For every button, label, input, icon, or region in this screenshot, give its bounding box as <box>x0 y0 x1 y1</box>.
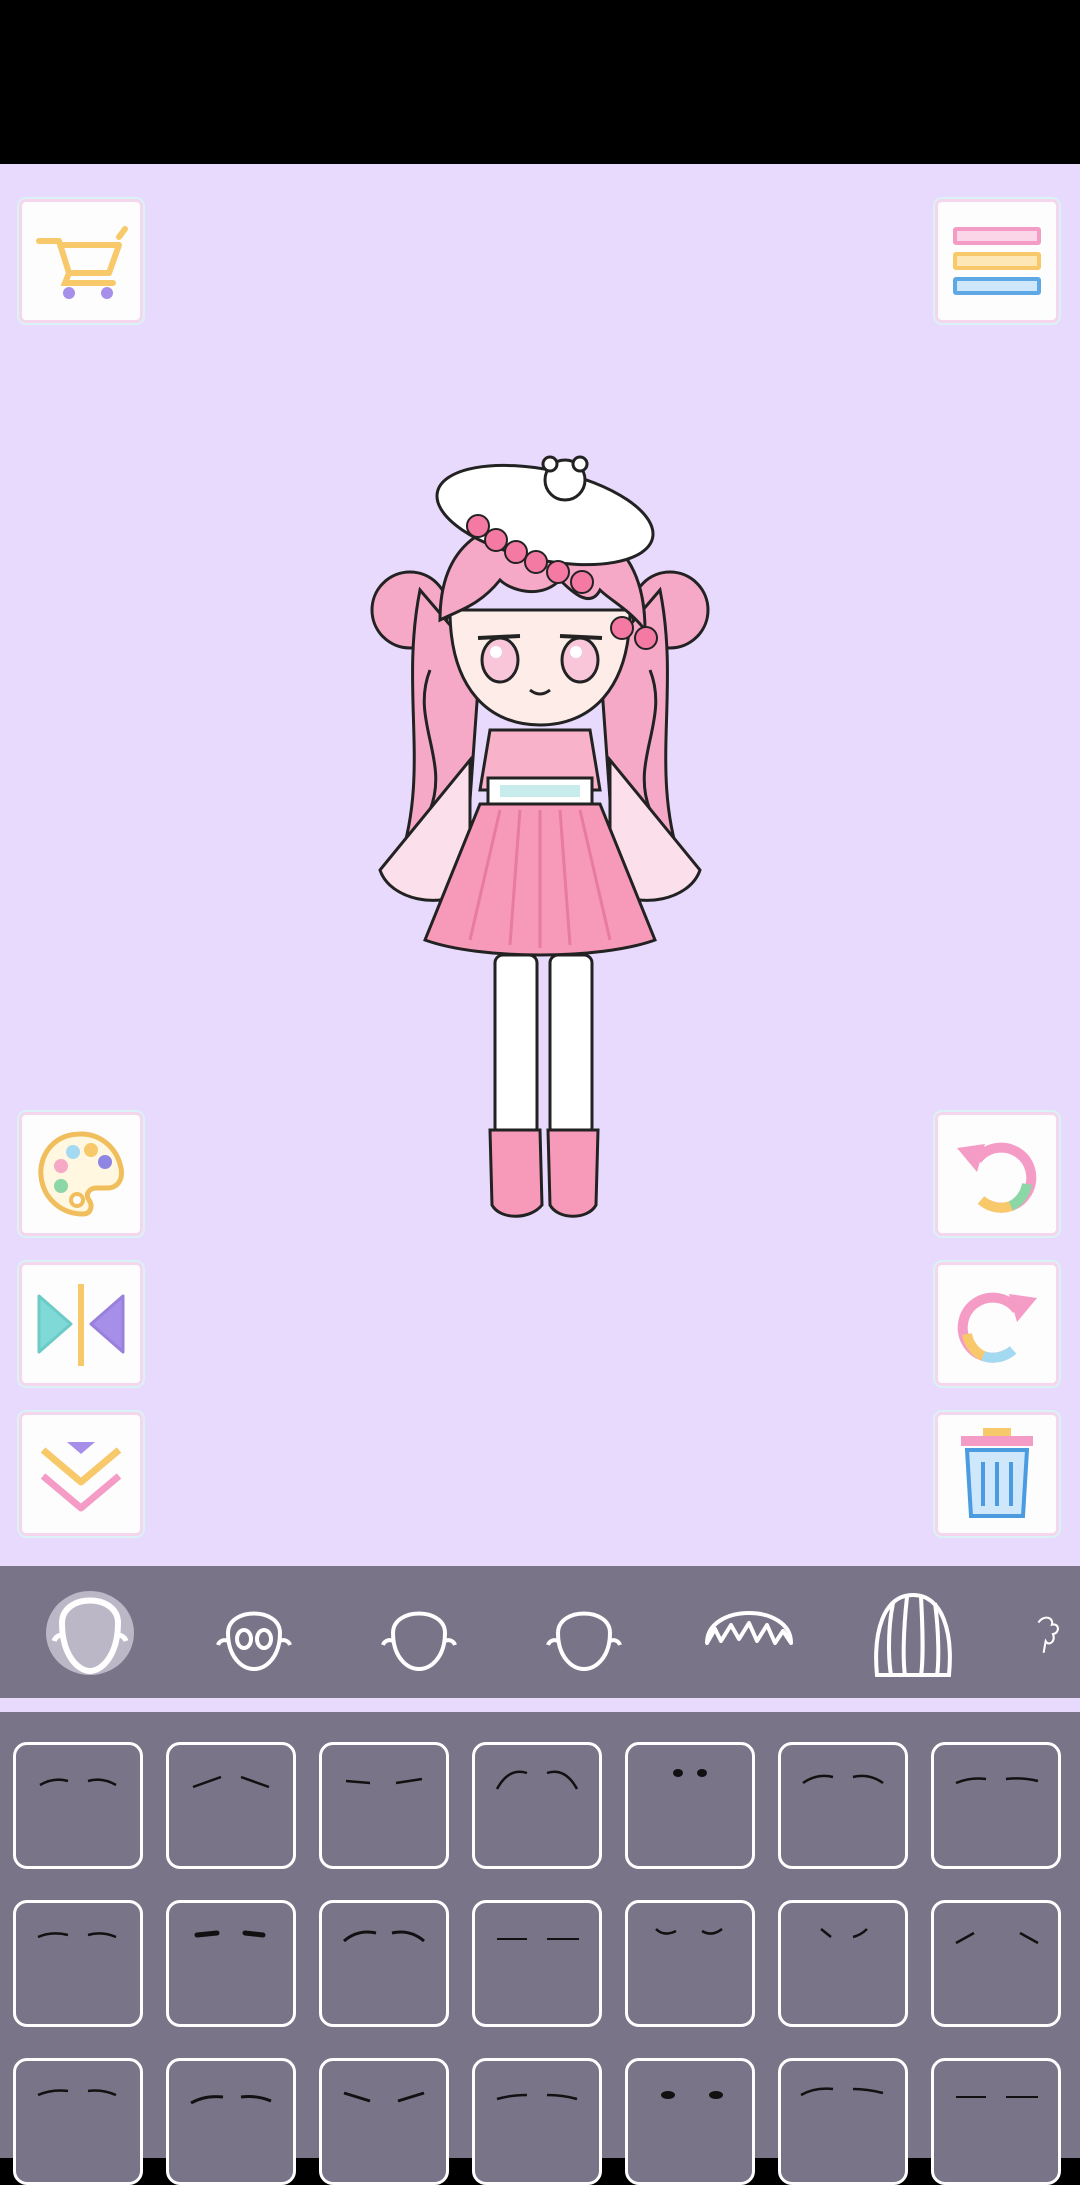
face-outline-icon <box>546 1611 622 1672</box>
eyebrow-option[interactable] <box>778 1742 908 1869</box>
eyebrow-option[interactable] <box>472 1900 602 2027</box>
category-bangs[interactable] <box>699 1583 799 1683</box>
color-palette-button[interactable] <box>22 1115 140 1233</box>
eyebrow-option[interactable] <box>472 1742 602 1869</box>
eyebrow-option[interactable] <box>319 1900 449 2027</box>
character-avatar[interactable] <box>360 440 720 1240</box>
eyebrow-option[interactable] <box>625 2058 755 2185</box>
eyebrow-option[interactable] <box>319 1742 449 1869</box>
panel-divider <box>0 1698 1080 1712</box>
eyebrow-option[interactable] <box>13 1900 143 2027</box>
redo-button[interactable] <box>938 1265 1056 1383</box>
redo-icon <box>957 1292 1037 1363</box>
eyebrow-option[interactable] <box>472 2058 602 2185</box>
eyes-face-icon <box>216 1611 292 1672</box>
menu-button[interactable] <box>938 202 1056 320</box>
menu-icon <box>953 227 1041 295</box>
eyebrow-option[interactable] <box>166 2058 296 2185</box>
category-eyes[interactable] <box>204 1583 304 1683</box>
palette-icon <box>38 1131 124 1217</box>
category-mouth[interactable] <box>369 1583 469 1683</box>
eyebrow-option[interactable] <box>931 1742 1061 1869</box>
eyebrow-option[interactable] <box>778 2058 908 2185</box>
body-selected-icon <box>46 1591 134 1675</box>
bangs-hair-icon <box>705 1611 793 1645</box>
collapse-icon <box>40 1442 122 1512</box>
eyebrow-option[interactable] <box>13 2058 143 2185</box>
eyebrow-option[interactable] <box>625 1900 755 2027</box>
long-hair-icon <box>874 1592 952 1677</box>
undo-icon <box>957 1142 1037 1213</box>
status-bar <box>0 0 1080 164</box>
cart-icon <box>36 226 128 299</box>
face-outline-icon <box>381 1611 457 1672</box>
undo-button[interactable] <box>938 1115 1056 1233</box>
eyebrow-option[interactable] <box>319 2058 449 2185</box>
trash-icon <box>961 1428 1033 1518</box>
eyebrow-option[interactable] <box>166 1900 296 2027</box>
delete-button[interactable] <box>938 1415 1056 1533</box>
eyebrow-option[interactable] <box>778 1900 908 2027</box>
flip-icon <box>37 1284 125 1366</box>
eyebrow-option[interactable] <box>13 1742 143 1869</box>
partial-hair-icon <box>1037 1616 1059 1653</box>
eyebrow-option[interactable] <box>931 1900 1061 2027</box>
eyebrow-options-grid <box>0 1712 1080 2185</box>
category-more[interactable] <box>1028 1583 1080 1683</box>
category-body[interactable] <box>40 1583 140 1683</box>
eyebrow-option[interactable] <box>625 1742 755 1869</box>
category-nose[interactable] <box>534 1583 634 1683</box>
flip-button[interactable] <box>22 1265 140 1383</box>
collapse-button[interactable] <box>22 1415 140 1533</box>
eyebrow-option[interactable] <box>931 2058 1061 2185</box>
category-hair[interactable] <box>863 1583 963 1683</box>
eyebrow-option[interactable] <box>166 1742 296 1869</box>
shop-button[interactable] <box>22 202 140 320</box>
